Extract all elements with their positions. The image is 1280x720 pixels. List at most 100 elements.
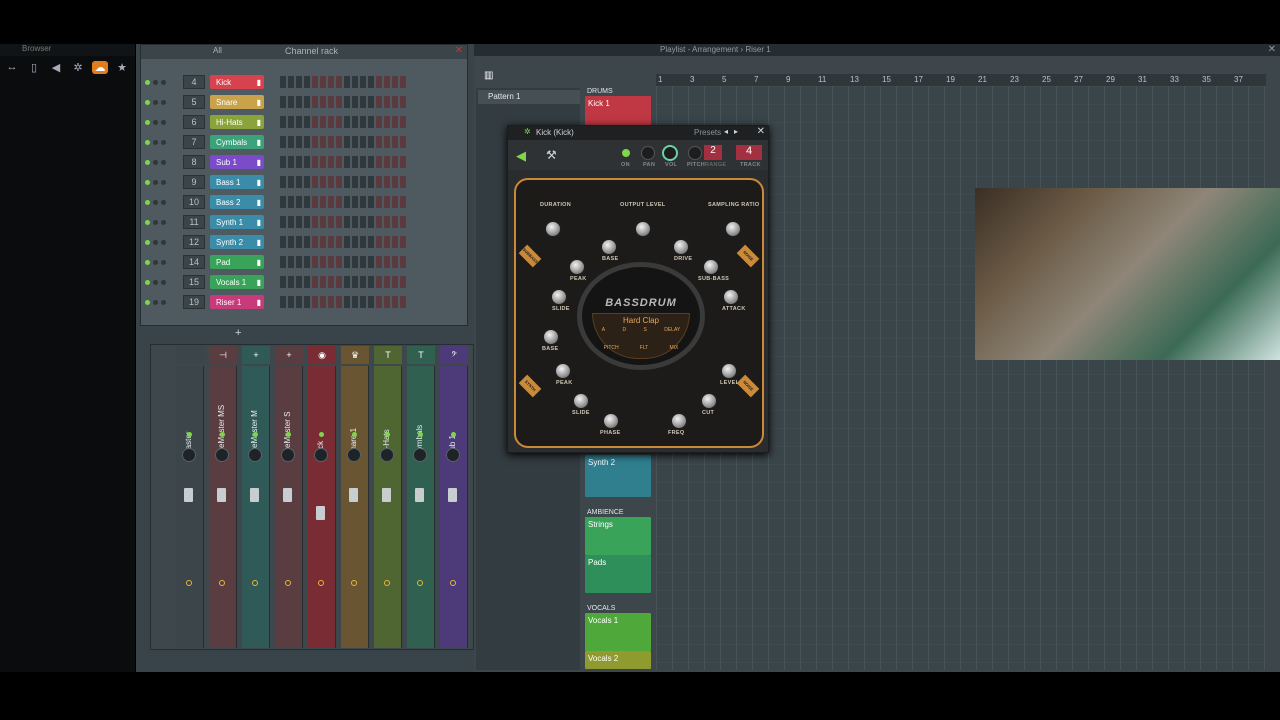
channel-route[interactable]: 14 (183, 255, 205, 269)
pan-knob[interactable] (446, 448, 460, 462)
step-button[interactable] (344, 196, 350, 208)
channel-row[interactable]: 10 Bass 2 ▮ (145, 193, 406, 211)
mute-led[interactable] (286, 432, 291, 437)
peak-top-knob[interactable] (568, 258, 586, 276)
channel-button[interactable]: Cymbals ▮ (210, 135, 264, 149)
step-button[interactable] (296, 76, 302, 88)
channel-controls[interactable] (145, 219, 175, 225)
rack-filter[interactable]: All (213, 46, 222, 55)
next-preset-icon[interactable]: ▸ (734, 127, 738, 136)
base-top-knob[interactable] (600, 238, 618, 256)
pan-knob[interactable] (182, 448, 196, 462)
mute-led[interactable] (319, 432, 324, 437)
step-button[interactable] (400, 276, 406, 288)
step-button[interactable] (400, 256, 406, 268)
step-button[interactable] (304, 96, 310, 108)
channel-button[interactable]: Sub 1 ▮ (210, 155, 264, 169)
channel-row[interactable]: 6 Hi-Hats ▮ (145, 113, 406, 131)
step-button[interactable] (280, 196, 286, 208)
volume-fader[interactable] (184, 488, 193, 502)
step-button[interactable] (288, 196, 294, 208)
step-button[interactable] (360, 256, 366, 268)
channel-row[interactable]: 14 Pad ▮ (145, 253, 406, 271)
step-button[interactable] (304, 176, 310, 188)
step-button[interactable] (392, 116, 398, 128)
step-button[interactable] (312, 116, 318, 128)
step-button[interactable] (336, 296, 342, 308)
send-led[interactable] (219, 580, 225, 586)
send-led[interactable] (186, 580, 192, 586)
mute-led[interactable] (253, 432, 258, 437)
step-button[interactable] (320, 96, 326, 108)
channel-row[interactable]: 8 Sub 1 ▮ (145, 153, 406, 171)
step-button[interactable] (368, 296, 374, 308)
cloud-icon[interactable]: ☁ (92, 60, 108, 74)
step-button[interactable] (368, 116, 374, 128)
volume-fader[interactable] (448, 488, 457, 502)
mixer-strip[interactable]: PreMaster MS (209, 366, 237, 648)
step-button[interactable] (352, 116, 358, 128)
timeline-ruler[interactable]: 1 3 5 7 9 11 13 15 17 19 21 23 25 27 29 31 33 35 37 (656, 74, 1266, 86)
step-button[interactable] (352, 76, 358, 88)
step-button[interactable] (312, 76, 318, 88)
step-button[interactable] (304, 296, 310, 308)
mute-led[interactable] (220, 432, 225, 437)
step-button[interactable] (344, 76, 350, 88)
mute-led[interactable] (385, 432, 390, 437)
step-button[interactable] (360, 116, 366, 128)
attack-knob[interactable] (722, 288, 740, 306)
speaker-icon[interactable]: ◀ (516, 148, 526, 164)
freq-knob[interactable] (670, 412, 688, 430)
step-button[interactable] (280, 176, 286, 188)
cut-knob[interactable] (700, 392, 718, 410)
step-button[interactable] (384, 296, 390, 308)
pan-knob[interactable] (413, 448, 427, 462)
preset-display[interactable]: Hard Clap A D S DELAY PITCH FLT MIX (592, 313, 690, 359)
step-button[interactable] (288, 136, 294, 148)
step-button[interactable] (312, 176, 318, 188)
step-button[interactable] (312, 276, 318, 288)
step-button[interactable] (312, 136, 318, 148)
step-button[interactable] (392, 196, 398, 208)
channel-button[interactable]: Hi-Hats ▮ (210, 115, 264, 129)
step-button[interactable] (280, 116, 286, 128)
step-button[interactable] (352, 276, 358, 288)
channel-button[interactable]: Bass 2 ▮ (210, 195, 264, 209)
step-button[interactable] (384, 96, 390, 108)
step-button[interactable] (280, 236, 286, 248)
step-button[interactable] (368, 256, 374, 268)
track-pads[interactable]: Pads (585, 555, 651, 593)
step-button[interactable] (336, 156, 342, 168)
pan-knob[interactable] (248, 448, 262, 462)
step-button[interactable] (400, 136, 406, 148)
mixer-strip[interactable]: Sub 1 (440, 366, 468, 648)
step-button[interactable] (352, 96, 358, 108)
step-button[interactable] (312, 196, 318, 208)
step-button[interactable] (304, 256, 310, 268)
step-button[interactable] (400, 176, 406, 188)
file-icon[interactable]: ▯ (26, 61, 42, 74)
step-button[interactable] (352, 236, 358, 248)
pan-knob[interactable] (380, 448, 394, 462)
mixer-strip[interactable]: PreMaster S (275, 366, 303, 648)
mixer-insert-icon[interactable]: ⊣ (209, 346, 237, 364)
mute-led[interactable] (187, 432, 192, 437)
plugin-window[interactable]: ✲ Kick (Kick) Presets ◂ ▸ ✕ ◀ ⚒ 2 4 ON P… (507, 125, 769, 453)
step-button[interactable] (288, 76, 294, 88)
mixer-insert-icon[interactable]: ◉ (308, 346, 336, 364)
channel-controls[interactable] (145, 279, 175, 285)
slide-bottom-knob[interactable] (572, 392, 590, 410)
step-button[interactable] (288, 296, 294, 308)
duration-knob[interactable] (544, 220, 562, 238)
output-level-knob[interactable] (634, 220, 652, 238)
volume-fader[interactable] (316, 506, 325, 520)
step-button[interactable] (320, 236, 326, 248)
pan-knob[interactable] (281, 448, 295, 462)
mute-led[interactable] (451, 432, 456, 437)
step-button[interactable] (312, 236, 318, 248)
channel-button[interactable]: Vocals 1 ▮ (210, 275, 264, 289)
step-button[interactable] (344, 116, 350, 128)
step-button[interactable] (280, 216, 286, 228)
slide-top-knob[interactable] (550, 288, 568, 306)
step-button[interactable] (360, 176, 366, 188)
